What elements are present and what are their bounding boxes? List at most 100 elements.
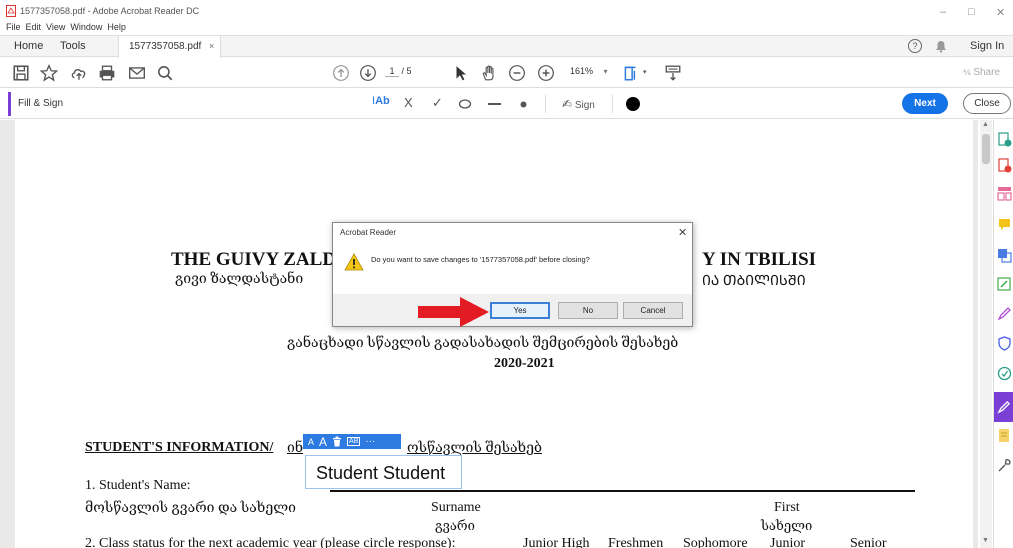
menu-file[interactable]: File bbox=[6, 22, 21, 32]
toolbar-divider bbox=[545, 95, 546, 113]
protect-shield-icon[interactable] bbox=[997, 336, 1012, 351]
text-field-value[interactable]: Student Student bbox=[316, 463, 445, 484]
page-current[interactable]: 1 bbox=[385, 66, 399, 77]
minimize-button[interactable]: – bbox=[940, 6, 946, 18]
line-tool-icon[interactable] bbox=[488, 103, 501, 106]
tab-document[interactable]: 1577357058.pdf × bbox=[118, 36, 221, 58]
share-label: Share bbox=[973, 67, 1001, 78]
optimize-pdf-icon[interactable] bbox=[997, 366, 1012, 381]
close-fill-sign-button[interactable]: Close bbox=[963, 93, 1011, 114]
trash-icon[interactable] bbox=[332, 436, 342, 447]
name-underline bbox=[330, 490, 915, 492]
zoom-level-value: 161% bbox=[570, 66, 594, 76]
increase-font-button[interactable]: A bbox=[319, 435, 327, 449]
color-picker[interactable] bbox=[626, 97, 640, 111]
text-mini-toolbar: A A AB ··· bbox=[303, 434, 401, 449]
window-title: 1577357058.pdf - Adobe Acrobat Reader DC bbox=[20, 6, 200, 16]
class-option-senior[interactable]: Senior bbox=[850, 536, 887, 548]
tab-tools[interactable]: Tools bbox=[60, 40, 86, 52]
menu-edit[interactable]: Edit bbox=[26, 22, 42, 32]
scrollbar-thumb[interactable] bbox=[982, 134, 990, 164]
menu-bar: File Edit View Window Help bbox=[6, 22, 126, 32]
previous-page-icon[interactable] bbox=[332, 64, 350, 82]
fill-sign-active-tool[interactable] bbox=[994, 392, 1013, 422]
add-text-label: Ab bbox=[375, 95, 390, 107]
class-option-freshmen[interactable]: Freshmen bbox=[608, 536, 663, 548]
combine-files-icon[interactable] bbox=[997, 248, 1012, 263]
class-option-junior[interactable]: Junior bbox=[770, 536, 805, 548]
page-fit-chevron-icon[interactable]: ▾ bbox=[643, 68, 647, 76]
sign-tool[interactable]: ✍ Sign bbox=[562, 97, 595, 111]
field-student-name-ka: მოსწავლის გვარი და სახელი bbox=[85, 501, 296, 516]
save-changes-dialog: Acrobat Reader ✕ Do you want to save cha… bbox=[332, 222, 693, 327]
dot-tool-icon[interactable] bbox=[520, 101, 527, 108]
tab-document-label: 1577357058.pdf bbox=[129, 41, 202, 52]
maximize-button[interactable]: □ bbox=[968, 6, 975, 18]
fill-sign-active-icon bbox=[997, 400, 1011, 414]
main-toolbar: 1 / 5 161% ▾ ▾ ⅍ Share bbox=[0, 58, 1013, 88]
select-cursor-icon[interactable] bbox=[452, 64, 470, 82]
share-icon: ⅍ bbox=[963, 68, 971, 77]
menu-window[interactable]: Window bbox=[70, 22, 102, 32]
check-mark-tool[interactable]: ✓ bbox=[432, 95, 443, 111]
class-option-junior-high[interactable]: Junior High bbox=[523, 536, 590, 548]
create-pdf-icon[interactable] bbox=[997, 132, 1012, 147]
scroll-mode-icon[interactable] bbox=[664, 64, 682, 82]
dialog-footer: Yes No Cancel bbox=[333, 294, 692, 326]
bookmark-star-icon[interactable] bbox=[40, 64, 58, 82]
yes-button[interactable]: Yes bbox=[490, 302, 550, 319]
vertical-scrollbar[interactable]: ▲ ▼ bbox=[980, 120, 992, 548]
warning-icon bbox=[344, 253, 364, 271]
heading-ka-left: გივი ზალდასტანი bbox=[175, 272, 304, 287]
sign-in-link[interactable]: Sign In bbox=[970, 40, 1004, 52]
year-label: 2020-2021 bbox=[494, 356, 555, 371]
zoom-level-dropdown[interactable]: 161% ▾ bbox=[570, 66, 608, 76]
more-options-button[interactable]: ··· bbox=[365, 436, 375, 447]
help-icon[interactable]: ? bbox=[908, 39, 922, 53]
pen-icon: ✍ bbox=[562, 97, 573, 111]
zoom-out-icon[interactable] bbox=[508, 64, 526, 82]
hand-tool-icon[interactable] bbox=[480, 64, 498, 82]
document-view[interactable]: THE GUIVY ZALD Y IN TBILISI გივი ზალდასტ… bbox=[0, 120, 978, 548]
menu-view[interactable]: View bbox=[46, 22, 65, 32]
cancel-button[interactable]: Cancel bbox=[623, 302, 683, 319]
fill-sign-pen-icon[interactable] bbox=[997, 306, 1012, 321]
heading-ka-right: ᲘᲐ ᲗᲑᲘᲚᲘᲡᲨᲘ bbox=[702, 274, 806, 289]
sign-label: Sign bbox=[574, 100, 595, 111]
page-number-display[interactable]: 1 / 5 bbox=[385, 66, 412, 77]
dialog-close-button[interactable]: ✕ bbox=[678, 226, 687, 239]
decrease-font-button[interactable]: A bbox=[308, 437, 314, 447]
comment-icon[interactable] bbox=[997, 217, 1012, 232]
email-icon[interactable] bbox=[128, 64, 146, 82]
tab-close-icon[interactable]: × bbox=[209, 41, 214, 51]
field-type-icon[interactable]: AB bbox=[347, 437, 361, 446]
send-for-review-icon[interactable] bbox=[997, 428, 1012, 443]
student-name-text-field[interactable]: Student Student bbox=[305, 455, 462, 489]
upload-cloud-icon[interactable] bbox=[70, 64, 88, 82]
search-icon[interactable] bbox=[156, 64, 174, 82]
more-tools-icon[interactable] bbox=[997, 458, 1012, 473]
share-button[interactable]: ⅍ Share bbox=[963, 67, 1000, 78]
bell-icon[interactable] bbox=[935, 40, 947, 53]
no-button[interactable]: No bbox=[558, 302, 618, 319]
close-window-button[interactable]: ✕ bbox=[996, 6, 1005, 19]
scroll-down-icon[interactable]: ▼ bbox=[982, 537, 989, 544]
export-pdf-icon[interactable] bbox=[997, 158, 1012, 173]
fill-sign-toolbar: Fill & Sign IAb X ✓ ✍ Sign Next Close bbox=[0, 89, 1013, 119]
tab-home[interactable]: Home bbox=[14, 40, 43, 52]
add-text-tool[interactable]: IAb bbox=[372, 95, 390, 107]
cross-mark-tool[interactable]: X bbox=[404, 95, 413, 110]
class-option-sophomore[interactable]: Sophomore bbox=[683, 536, 748, 548]
circle-tool-icon[interactable] bbox=[458, 99, 472, 109]
page-total: / 5 bbox=[401, 66, 412, 76]
scroll-up-icon[interactable]: ▲ bbox=[982, 121, 989, 128]
next-button[interactable]: Next bbox=[902, 93, 948, 114]
save-icon[interactable] bbox=[12, 64, 30, 82]
edit-pdf-icon[interactable] bbox=[997, 277, 1012, 292]
page-fit-icon[interactable] bbox=[622, 64, 640, 82]
organize-pages-icon[interactable] bbox=[997, 186, 1012, 201]
print-icon[interactable] bbox=[98, 64, 116, 82]
menu-help[interactable]: Help bbox=[107, 22, 126, 32]
next-page-icon[interactable] bbox=[359, 64, 377, 82]
zoom-in-icon[interactable] bbox=[537, 64, 555, 82]
